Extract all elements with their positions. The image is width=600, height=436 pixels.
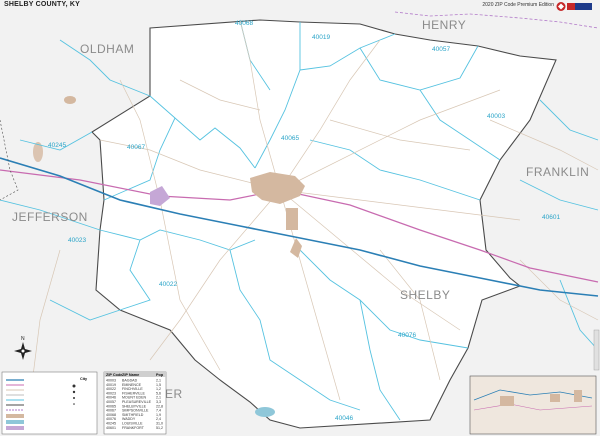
zip-label-40067: 40067 <box>127 144 145 151</box>
county-label-spencer: ER <box>165 387 183 401</box>
county-label-franklin: FRANKLIN <box>526 165 589 179</box>
county-label-shelby: SHELBY <box>400 288 450 302</box>
urban-area-oldham <box>64 96 76 104</box>
zip-label-40023: 40023 <box>68 237 86 244</box>
zip-table-header-cell: ZIP Name <box>122 373 139 377</box>
map-canvas[interactable]: OLDHAM HENRY FRANKLIN JEFFERSON SHELBY E… <box>0 0 600 436</box>
zip-label-40065: 40065 <box>281 135 299 142</box>
zip-label-40076: 40076 <box>398 332 416 339</box>
zip-label-40022: 40022 <box>159 281 177 288</box>
legend-city-header: City <box>80 377 88 381</box>
publisher-logo <box>556 2 592 11</box>
inset-map <box>469 375 597 435</box>
zip-label-40057: 40057 <box>432 46 450 53</box>
zip-table-cell: FRANKFORT <box>122 426 145 430</box>
north-label: N <box>21 336 25 342</box>
lake-south <box>255 407 275 417</box>
page-title: SHELBY COUNTY, KY <box>4 1 81 8</box>
zip-label-40046: 40046 <box>335 415 353 422</box>
zip-label-40245: 40245 <box>48 142 66 149</box>
title-bar: SHELBY COUNTY, KY 2020 ZIP Code Premium … <box>0 0 600 12</box>
county-label-henry: HENRY <box>422 18 466 32</box>
zip-label-40019: 40019 <box>312 34 330 41</box>
map-frame: OLDHAM HENRY FRANKLIN JEFFERSON SHELBY E… <box>0 0 600 436</box>
scale-strip <box>593 329 600 371</box>
zip-code-table: ZIP Code ZIP Name Pop40003 BAGDAD 2,140019 EM… <box>103 371 167 435</box>
zip-table-header-cell: ZIP Code <box>106 373 122 377</box>
zip-label-40003: 40003 <box>487 113 505 120</box>
zip-label-40068: 40068 <box>235 20 253 27</box>
county-label-oldham: OLDHAM <box>80 42 134 56</box>
county-label-jefferson: JEFFERSON <box>12 210 88 224</box>
legend-box: City <box>1 371 98 435</box>
zip-table-header-cell: Pop <box>156 373 164 377</box>
zip-table-cell: 40601 <box>106 426 116 430</box>
zip-table-cell: 51,2 <box>156 426 163 430</box>
edition-label: 2020 ZIP Code Premium Edition <box>482 2 554 8</box>
zip-label-40601: 40601 <box>542 214 560 221</box>
